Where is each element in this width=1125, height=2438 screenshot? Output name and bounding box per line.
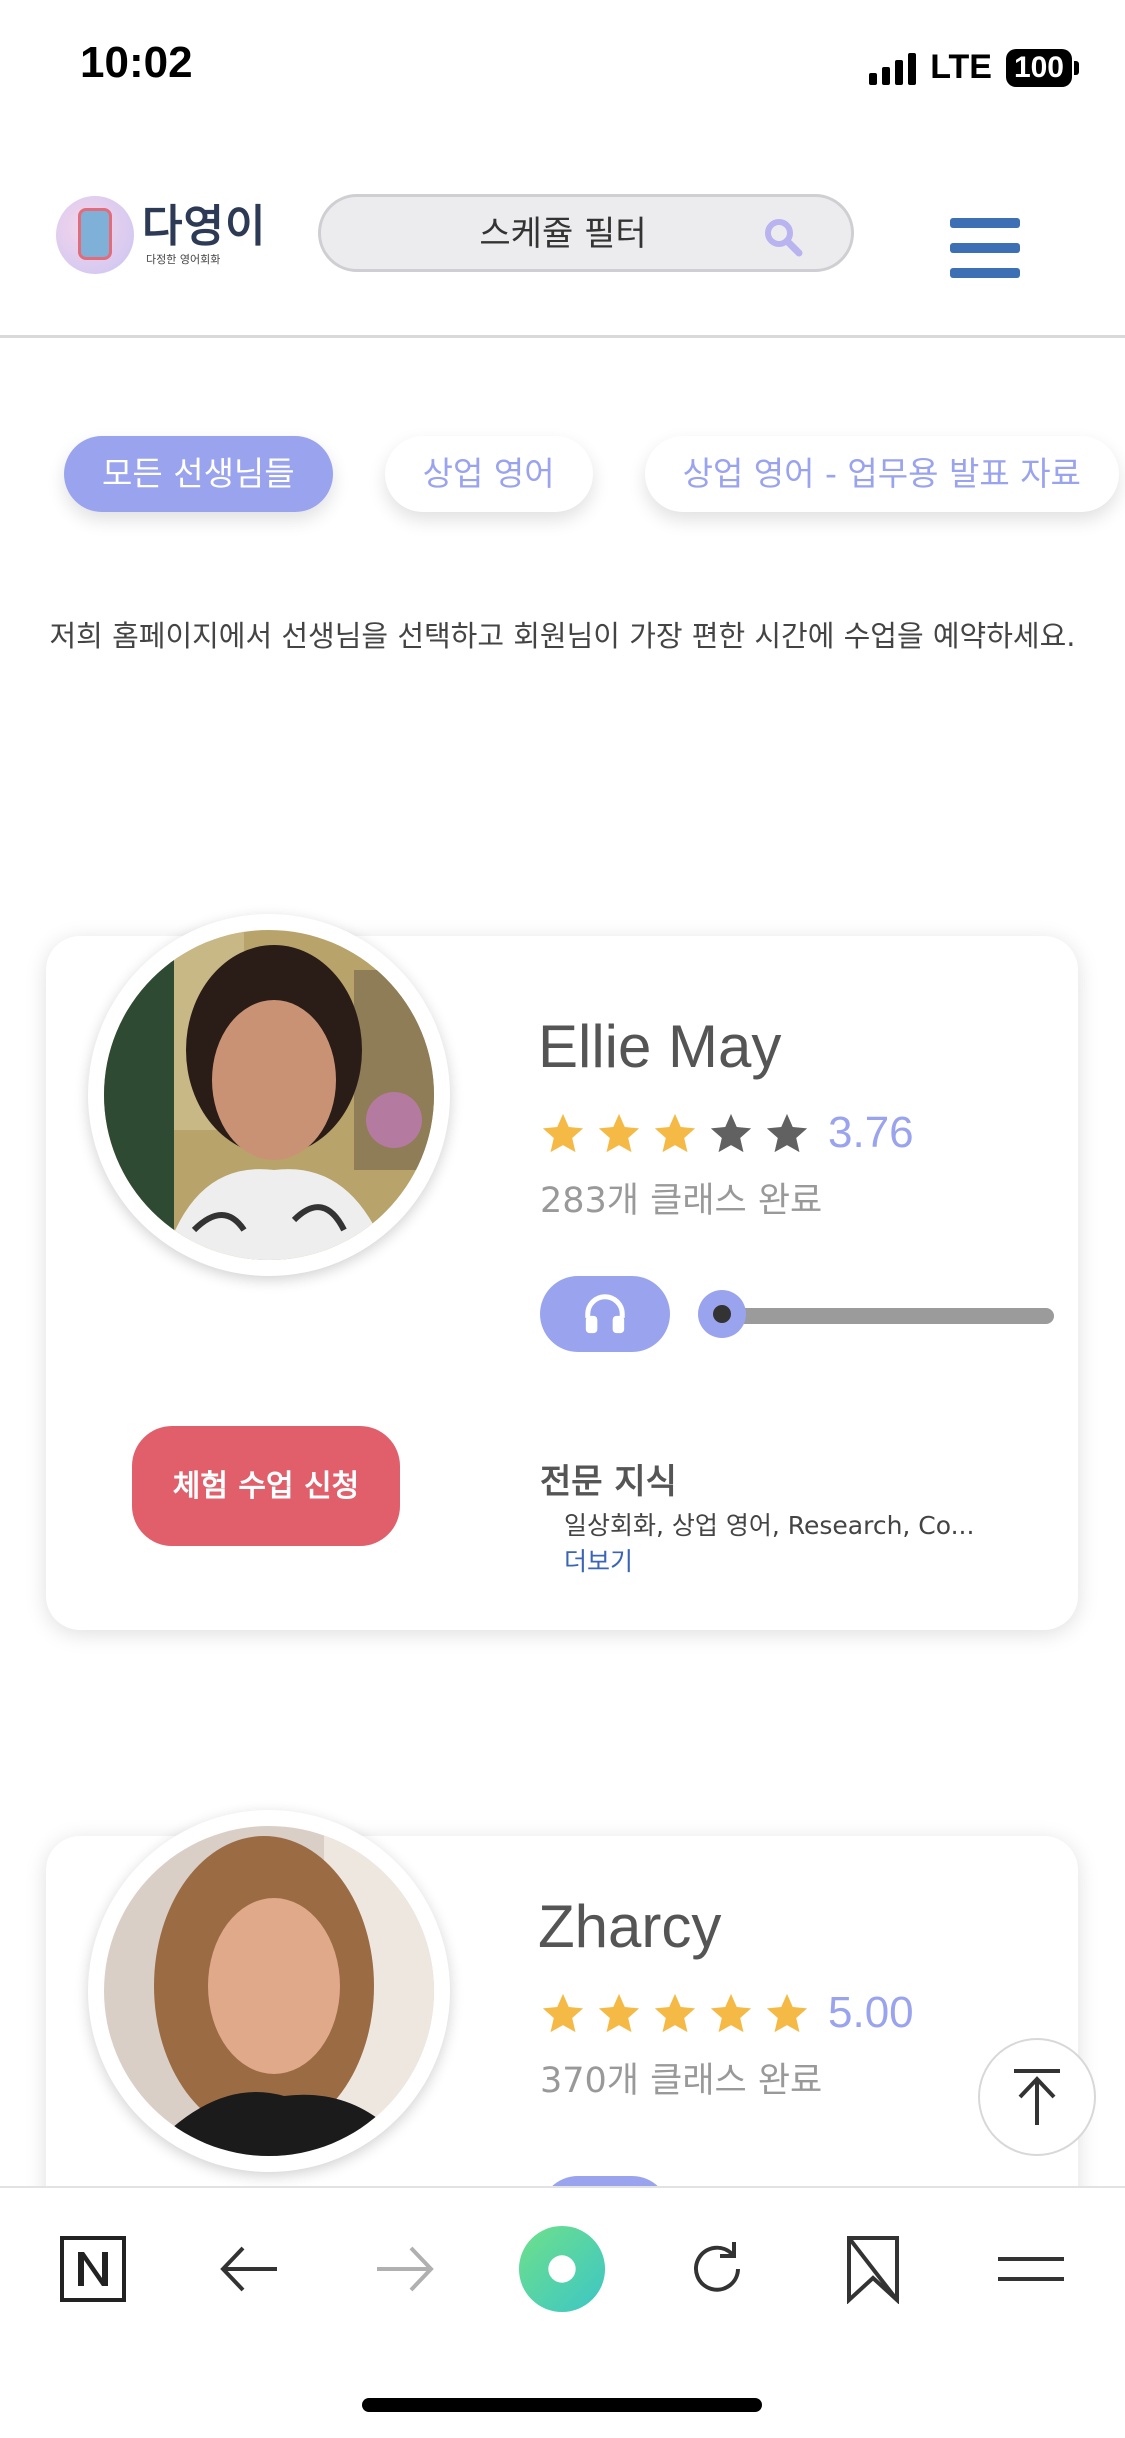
arrow-up-icon [1014, 2069, 1060, 2125]
teacher-rating: 5.00 [540, 1988, 914, 2038]
intro-text: 저희 홈페이지에서 선생님을 선택하고 회원님이 가장 편한 시간에 수업을 예… [49, 619, 1076, 653]
refresh-icon[interactable] [672, 2224, 762, 2314]
bookmark-icon[interactable] [828, 2224, 918, 2314]
slider-track [718, 1308, 1054, 1324]
star-filled-icon [542, 1113, 584, 1153]
home-indicator[interactable] [362, 2398, 762, 2412]
network-label: LTE [930, 48, 992, 86]
classes-completed: 283개 클래스 완료 [540, 1181, 823, 1221]
scroll-to-top-button[interactable] [978, 2038, 1096, 2156]
rating-value: 3.76 [828, 1108, 914, 1157]
star-empty-icon [766, 1113, 808, 1153]
search-input[interactable] [351, 197, 775, 271]
battery-icon: 100 [1005, 48, 1079, 87]
logo-title: 다영이 [142, 201, 267, 252]
audio-progress-slider[interactable] [698, 1284, 1074, 1344]
audio-sample-button[interactable] [540, 1276, 670, 1352]
more-link[interactable]: 더보기 [564, 1542, 633, 1578]
teacher-rating: 3.76 [540, 1108, 914, 1158]
status-bar: 10:02 LTE 100 [0, 0, 1125, 130]
site-header: 다영이 다정한 영어회화 [0, 160, 1125, 338]
search-icon[interactable] [763, 217, 803, 257]
status-time: 10:02 [80, 38, 193, 87]
classes-completed: 370개 클래스 완료 [540, 2061, 823, 2101]
naver-n-icon[interactable] [48, 2224, 138, 2314]
filter-chip-business-presentation[interactable]: 상업 영어 - 업무용 발표 자료 [644, 436, 1119, 512]
star-filled-icon [654, 1993, 696, 2033]
forward-arrow-icon[interactable] [360, 2224, 450, 2314]
filter-chip-strip[interactable]: 모든 선생님들 상업 영어 상업 영어 - 업무용 발표 자료 [0, 420, 1125, 540]
teacher-name: Zharcy [538, 1893, 722, 1960]
schedule-filter-search[interactable] [318, 194, 854, 272]
logo-icon [56, 196, 134, 274]
star-filled-icon [598, 1113, 640, 1153]
slider-thumb[interactable] [698, 1290, 746, 1338]
headphones-icon [585, 1294, 625, 1334]
star-filled-icon [598, 1993, 640, 2033]
menu-icon[interactable] [986, 2224, 1076, 2314]
back-arrow-icon[interactable] [204, 2224, 294, 2314]
green-dot-icon[interactable] [517, 2224, 607, 2314]
battery-level: 100 [1005, 48, 1072, 87]
star-filled-icon [766, 1993, 808, 2033]
logo-subtitle: 다정한 영어회화 [146, 253, 221, 266]
expertise-title: 전문 지식 [540, 1462, 677, 1502]
teacher-avatar[interactable] [88, 1810, 450, 2172]
star-filled-icon [542, 1993, 584, 2033]
hamburger-menu-icon[interactable] [950, 218, 1020, 278]
status-indicators: LTE 100 [869, 48, 1079, 87]
star-filled-icon [654, 1113, 696, 1153]
site-logo[interactable]: 다영이 다정한 영어회화 [56, 196, 266, 274]
filter-chip-business-english[interactable]: 상업 영어 [384, 436, 593, 512]
teacher-avatar[interactable] [88, 914, 450, 1276]
teacher-name: Ellie May [538, 1013, 782, 1080]
star-empty-icon [710, 1113, 752, 1153]
star-filled-icon [710, 1993, 752, 2033]
rating-value: 5.00 [828, 1988, 914, 2037]
expertise-list: 일상회화, 상업 영어, Research, Co... [564, 1511, 975, 1540]
signal-icon [869, 51, 917, 85]
trial-lesson-button[interactable]: 체험 수업 신청 [132, 1426, 400, 1546]
filter-chip-all-teachers[interactable]: 모든 선생님들 [64, 436, 333, 512]
teacher-card[interactable]: Ellie May 3.76 283개 클래스 완료 체험 수업 신청 전문 지… [46, 914, 1078, 1630]
